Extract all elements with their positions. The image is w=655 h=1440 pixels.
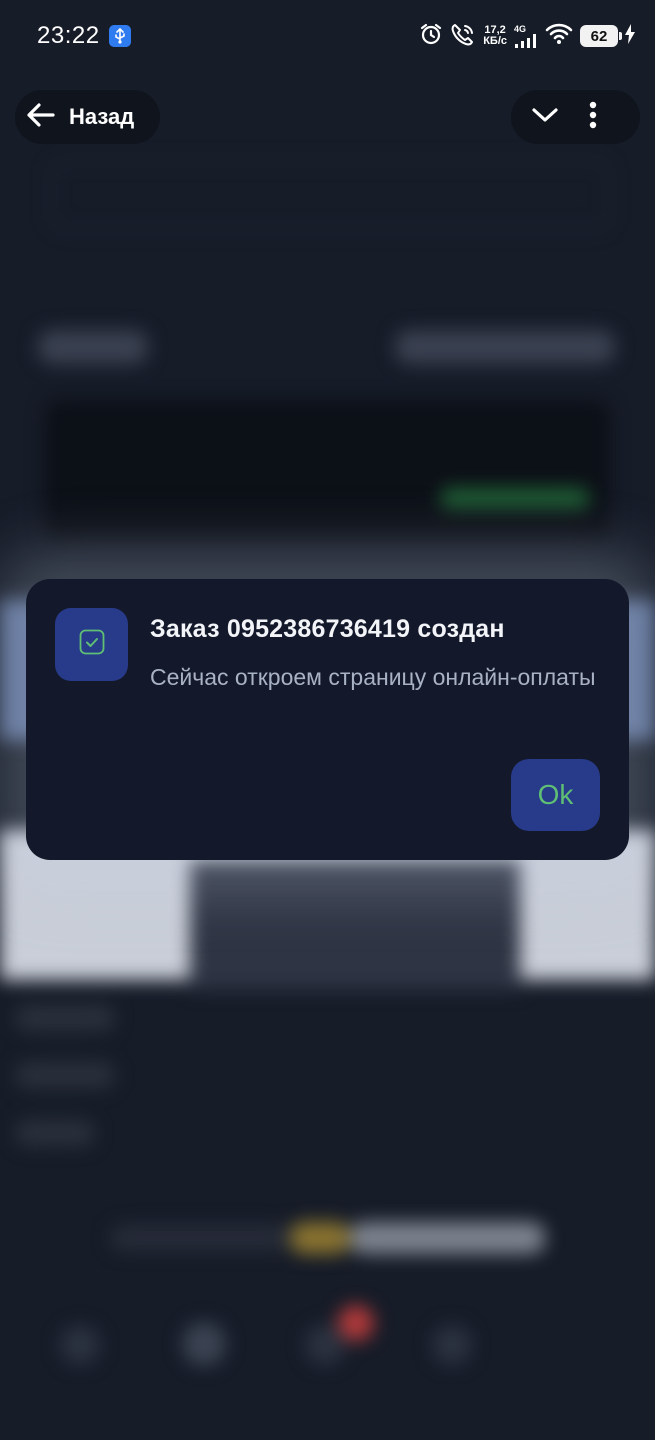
- dialog-icon-container: [55, 608, 128, 681]
- signal-icon: [515, 33, 536, 48]
- header-actions: [511, 90, 640, 144]
- more-vertical-icon[interactable]: [589, 101, 597, 134]
- battery-indicator: 62: [580, 25, 622, 47]
- usb-icon: [108, 25, 131, 47]
- net-speed-unit: КБ/с: [483, 35, 507, 47]
- signal-indicator: 4G: [514, 23, 538, 48]
- network-type: 4G: [514, 23, 527, 34]
- alarm-icon: [419, 22, 443, 51]
- back-label: Назад: [69, 104, 135, 129]
- arrow-left-icon: [27, 102, 55, 132]
- order-created-dialog: Заказ 0952386736419 создан Сейчас открое…: [26, 579, 629, 860]
- net-speed: 17,2 КБ/с: [483, 25, 507, 47]
- status-time: 23:22: [37, 22, 100, 49]
- status-bar: 23:22 17,2 КБ/с 4G 62: [0, 0, 655, 72]
- dialog-message: Сейчас откроем страницу онлайн-оплаты: [150, 664, 596, 690]
- dialog-title: Заказ 0952386736419 создан: [150, 615, 505, 643]
- charging-icon: [625, 23, 635, 49]
- wifi-call-icon: [450, 22, 476, 51]
- checkbox-checked-icon: [78, 628, 106, 661]
- battery-level: 62: [590, 27, 608, 45]
- back-button[interactable]: Назад: [15, 90, 160, 144]
- ok-button[interactable]: Ok: [511, 759, 600, 831]
- chevron-down-icon[interactable]: [531, 106, 559, 129]
- wifi-icon: [545, 23, 573, 50]
